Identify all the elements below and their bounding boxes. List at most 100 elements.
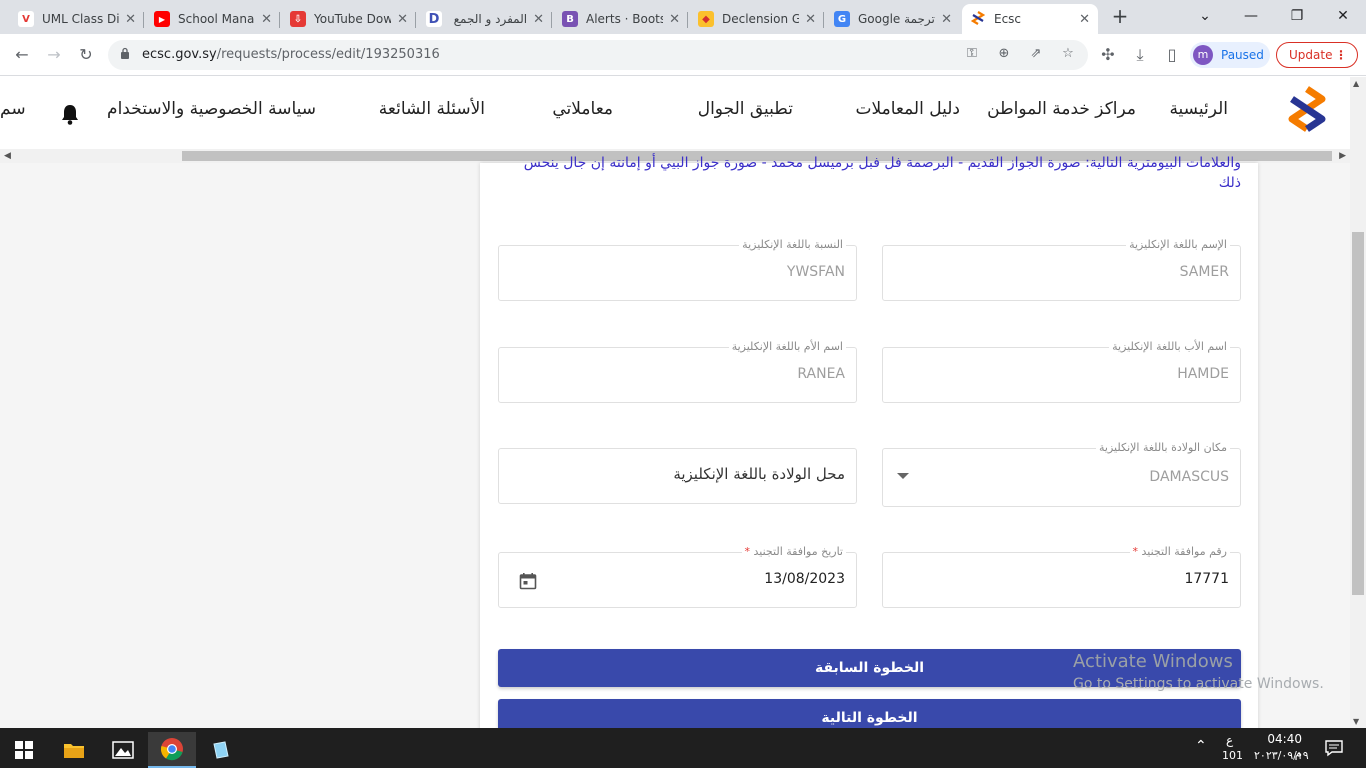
language-indicator[interactable]: ع [1226,733,1233,747]
notepad-icon[interactable] [197,732,245,768]
field-label: الإسم باللغة الإنكليزية [1126,238,1230,251]
clock-date[interactable]: ٢٠٢٣/٠٩/١٩ [1254,749,1309,762]
tab-ecsc[interactable]: Ecsc ✕ [962,4,1098,34]
nav-privacy-policy[interactable]: سياسة الخصوصية والاستخدام [107,99,316,119]
bell-icon[interactable] [60,103,80,125]
profile-button[interactable]: m Paused [1190,42,1270,68]
last-name-field[interactable]: النسبة باللغة الإنكليزية YWSFAN [498,238,857,301]
scroll-up-arrow-icon[interactable]: ▲ [1353,79,1359,88]
window-close-button[interactable]: ✕ [1328,4,1358,28]
tab-declension[interactable]: ◆ Declension G ✕ [690,4,824,34]
share-icon[interactable]: ⇗ [1026,46,1046,64]
tab-title: المفرد و الجمع [453,12,528,26]
d-logo-icon: D [426,11,442,27]
tab-singular-plural[interactable]: D المفرد و الجمع ✕ [418,4,552,34]
approval-number-field[interactable]: رقم موافقة التجنيد * 17771 [882,545,1241,608]
reload-icon[interactable]: ↻ [74,43,98,67]
minimize-button[interactable]: — [1236,4,1266,28]
lock-icon [121,47,129,59]
key-icon[interactable]: ⚿ [962,46,982,64]
notification-icon[interactable] [1325,739,1343,757]
field-value: 13/08/2023 [764,571,845,587]
tab-google-translate[interactable]: G Google ترجمة ✕ [826,4,960,34]
close-icon[interactable]: ✕ [125,12,136,27]
update-button[interactable]: Update ⋮ [1276,42,1358,68]
calendar-icon[interactable] [519,572,537,590]
birth-place-select[interactable]: مكان الولادة باللغة الإنكليزية DAMASCUS [882,441,1241,507]
tray-badge: 101 [1222,749,1243,762]
start-windows-icon[interactable] [0,732,48,768]
field-value: RANEA [797,366,845,382]
nav-faq[interactable]: الأسئلة الشائعة [379,99,485,119]
file-explorer-icon[interactable] [50,732,98,768]
download-icon: ⇩ [290,11,306,27]
field-label: رقم موافقة التجنيد * [1129,545,1230,558]
field-value: YWSFAN [786,264,845,280]
dropdown-caret-icon[interactable] [897,473,909,479]
approval-date-field[interactable]: تاريخ موافقة التجنيد * 13/08/2023 [498,545,857,608]
nav-my-transactions[interactable]: معاملاتي [552,99,613,119]
scroll-right-arrow-icon[interactable]: ▶ [1339,149,1346,163]
extensions-puzzle-icon[interactable]: ✣ [1096,43,1120,67]
scroll-down-arrow-icon[interactable]: ▼ [1353,717,1359,726]
maximize-button[interactable]: ❐ [1282,4,1312,28]
side-panel-icon[interactable]: ▯ [1160,43,1184,67]
field-value: HAMDE [1177,366,1229,382]
close-icon[interactable]: ✕ [533,12,544,27]
vertical-scrollbar[interactable]: ▲ ▼ [1350,77,1366,728]
father-name-field[interactable]: اسم الأب باللغة الإنكليزية HAMDE [882,340,1241,403]
tab-school-management[interactable]: ▶ School Mana ✕ [146,4,280,34]
next-step-button[interactable]: الخطوة التالية [498,699,1241,728]
ecsc-logo-icon [970,11,986,27]
nav-mobile-app[interactable]: تطبيق الجوال [698,99,793,119]
field-placeholder: محل الولادة باللغة الإنكليزية [673,465,845,483]
field-label: النسبة باللغة الإنكليزية [739,238,846,251]
browser-toolbar: ← → ↻ ecsc.gov.sy/requests/process/edit/… [0,34,1366,76]
field-value: SAMER [1179,264,1229,280]
page-viewport: الرئيسية مراكز خدمة المواطن دليل المعامل… [0,77,1366,728]
windows-taskbar: ⌃ ع 101 04:40 م ٢٠٢٣/٠٩/١٩ [0,728,1366,768]
tab-uml-class[interactable]: V UML Class Di ✕ [10,4,144,34]
close-icon[interactable]: ✕ [397,12,408,27]
tab-title: UML Class Di [42,12,120,26]
site-nav: الرئيسية مراكز خدمة المواطن دليل المعامل… [0,77,1350,149]
close-icon[interactable]: ✕ [941,12,952,27]
ecsc-logo-icon[interactable] [1286,85,1328,139]
forward-arrow-icon[interactable]: → [42,43,66,67]
close-icon[interactable]: ✕ [805,12,816,27]
zoom-icon[interactable]: ⊕ [994,46,1014,64]
back-arrow-icon[interactable]: ← [10,43,34,67]
close-icon[interactable]: ✕ [669,12,680,27]
google-translate-icon: G [834,11,850,27]
bookmark-star-icon[interactable]: ☆ [1058,46,1078,64]
chrome-icon[interactable] [148,732,196,768]
field-label: اسم الأب باللغة الإنكليزية [1109,340,1230,353]
declension-icon: ◆ [698,11,714,27]
tray-chevron-icon[interactable]: ⌃ [1195,738,1207,754]
nav-service-centers[interactable]: مراكز خدمة المواطن [987,99,1136,119]
close-icon[interactable]: ✕ [1079,12,1090,27]
download-icon[interactable]: ⤓ [1128,43,1152,67]
tab-bootstrap-alerts[interactable]: B Alerts · Boots ✕ [554,4,688,34]
birth-place-input[interactable]: محل الولادة باللغة الإنكليزية [498,448,857,504]
tab-title: Google ترجمة [858,12,935,26]
nav-transactions-guide[interactable]: دليل المعاملات [855,99,960,119]
scroll-left-arrow-icon[interactable]: ◀ [4,149,11,163]
first-name-field[interactable]: الإسم باللغة الإنكليزية SAMER [882,238,1241,301]
address-bar[interactable]: ecsc.gov.sy/requests/process/edit/193250… [108,40,1088,70]
update-label: Update [1289,48,1333,62]
field-value: DAMASCUS [1149,469,1229,485]
scrollbar-thumb[interactable] [1352,232,1364,595]
tab-title: YouTube Dow [314,12,392,26]
close-icon[interactable]: ✕ [261,12,272,27]
tab-youtube-downloader[interactable]: ⇩ YouTube Dow ✕ [282,4,416,34]
nav-item-truncated[interactable]: سم [0,99,26,119]
nav-home[interactable]: الرئيسية [1169,99,1228,119]
activate-windows-title: Activate Windows [1073,651,1233,672]
tab-search-chevron-icon[interactable]: ⌄ [1190,4,1220,28]
tab-title: Alerts · Boots [586,12,664,26]
mother-name-field[interactable]: اسم الأم باللغة الإنكليزية RANEA [498,340,857,403]
new-tab-button[interactable]: + [1108,5,1132,29]
profile-status: Paused [1221,48,1264,62]
photos-icon[interactable] [99,732,147,768]
